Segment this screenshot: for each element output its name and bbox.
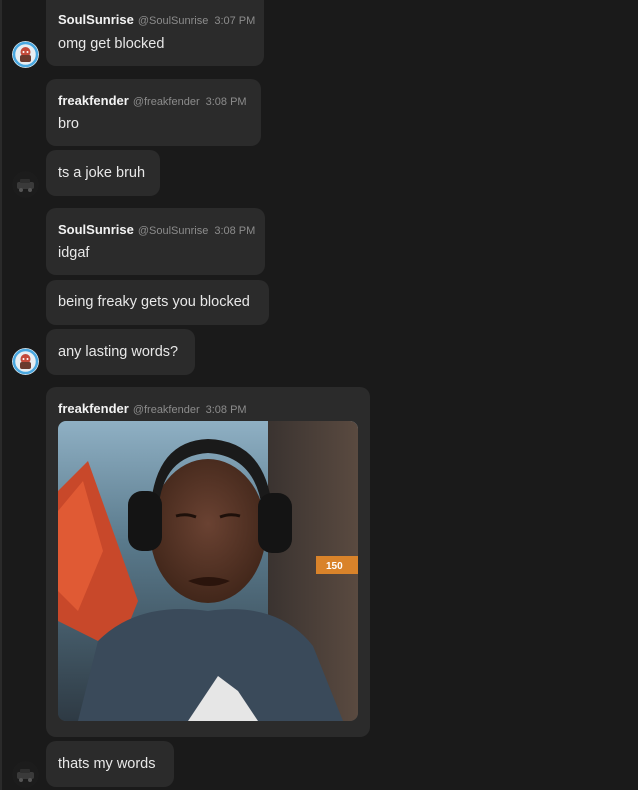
author-handle: @SoulSunrise [137,225,209,237]
timestamp: 3:08 PM [205,96,247,108]
message-header: freakfender @freakfender 3:08 PM [58,93,247,108]
author-name[interactable]: SoulSunrise [58,12,134,27]
timestamp: 3:07 PM [214,15,256,27]
timestamp: 3:08 PM [205,404,247,416]
author-name[interactable]: freakfender [58,93,129,108]
message-bubble[interactable]: SoulSunrise @SoulSunrise 3:07 PM omg get b… [46,0,264,66]
message-header: SoulSunrise @SoulSunrise 3:08 PM [58,222,255,237]
message-text: ts a joke bruh [58,165,146,181]
author-name[interactable]: SoulSunrise [58,222,134,237]
author-handle: @freakfender [132,96,200,108]
chat-thread: SoulSunrise @SoulSunrise 3:07 PM omg get b… [0,0,638,790]
soulsunrise-avatar-icon[interactable] [12,348,39,375]
message-text: thats my words [58,756,156,772]
message-bubble[interactable]: freakfender @freakfender 3:08 PM bro [46,79,261,146]
message-text: any lasting words? [58,344,179,360]
media-message-bubble[interactable]: freakfender @freakfender 3:08 PM 150 [46,387,370,737]
reaction-photo: 150 [58,421,358,721]
message-text: being freaky gets you blocked [58,294,250,310]
message-bubble[interactable]: any lasting words? [46,329,195,375]
author-handle: @freakfender [132,404,200,416]
author-handle: @SoulSunrise [137,15,209,27]
message-text: omg get blocked [58,36,165,52]
message-header: SoulSunrise @SoulSunrise 3:07 PM [58,12,255,27]
overlay-counter: 150 [326,561,343,572]
message-bubble[interactable]: SoulSunrise @SoulSunrise 3:08 PM idgaf [46,208,265,275]
freakfender-avatar-icon[interactable] [12,171,39,198]
soulsunrise-avatar-icon[interactable] [12,41,39,68]
message-bubble[interactable]: ts a joke bruh [46,150,160,196]
message-bubble[interactable]: being freaky gets you blocked [46,280,269,325]
message-header: freakfender @freakfender 3:08 PM [58,401,247,416]
message-text: idgaf [58,245,90,261]
message-bubble[interactable]: thats my words [46,741,174,787]
attached-image[interactable]: 150 [58,421,358,721]
timestamp: 3:08 PM [214,225,256,237]
freakfender-avatar-icon[interactable] [12,761,39,788]
left-divider [0,0,2,790]
message-text: bro [58,116,79,132]
author-name[interactable]: freakfender [58,401,129,416]
